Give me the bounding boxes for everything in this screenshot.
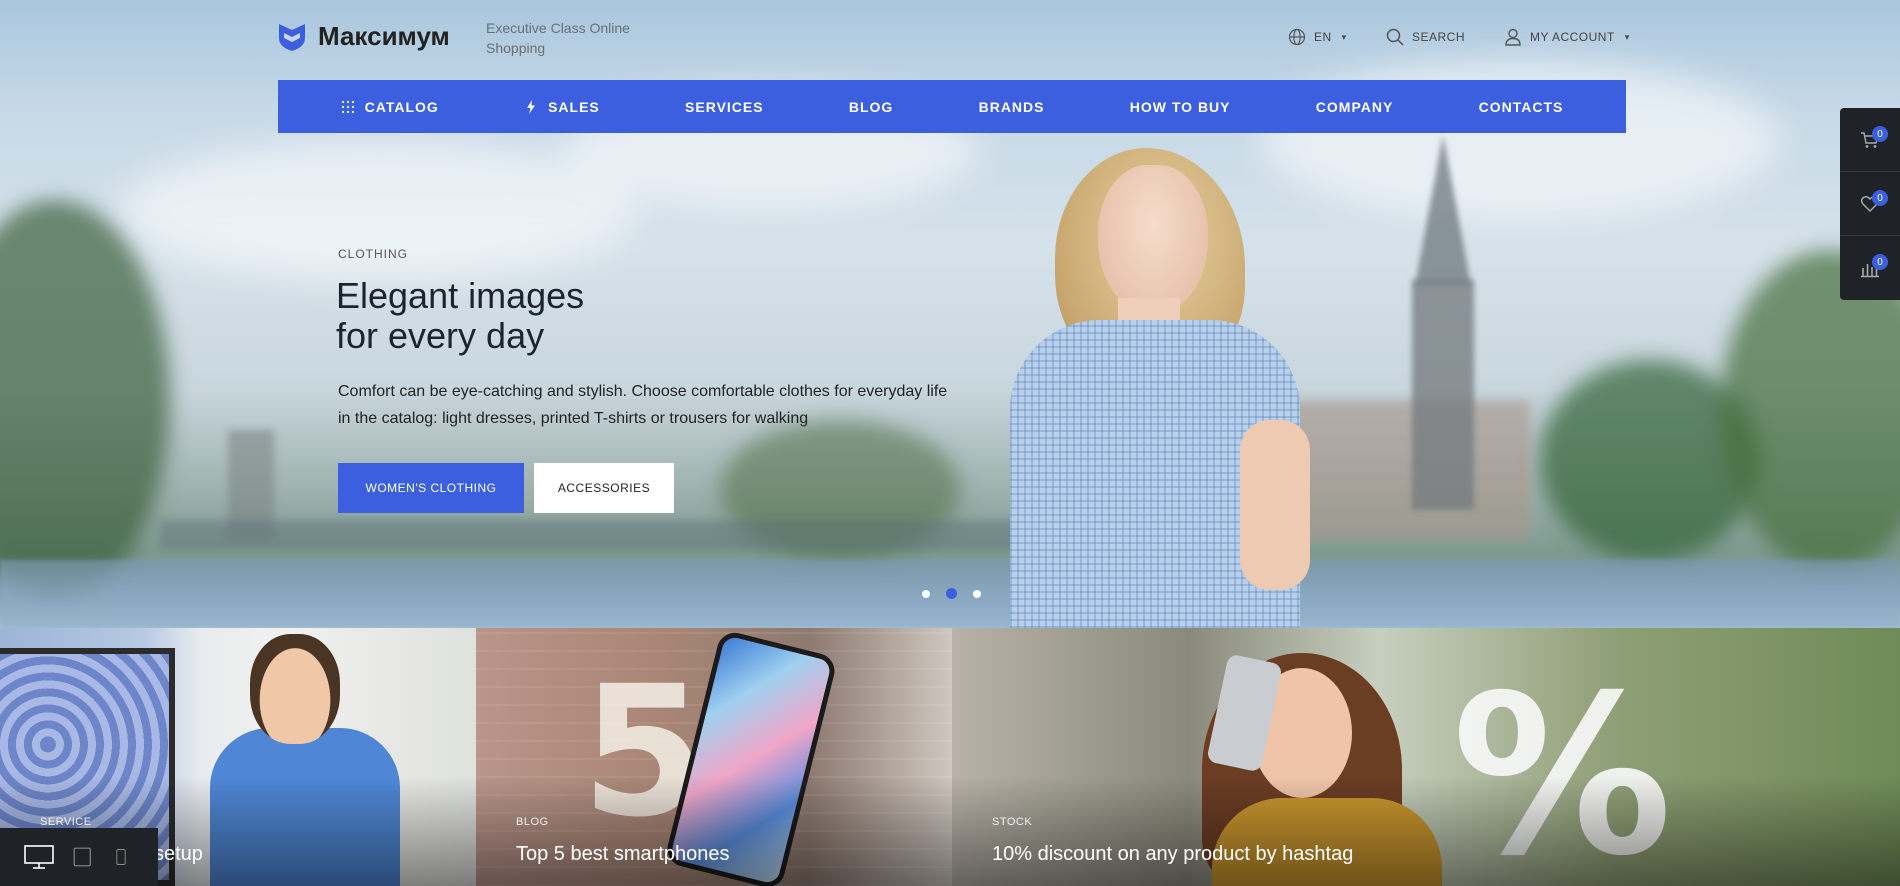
banner-stock[interactable]: % STOCK 10% discount on any product by h…: [952, 628, 1900, 886]
banner-category: SERVICE: [40, 816, 92, 828]
compare-button[interactable]: 0: [1840, 236, 1900, 300]
logo-text: Максимум: [318, 20, 450, 51]
account-label: MY ACCOUNT: [1530, 30, 1615, 44]
nav-item-how-to-buy[interactable]: HOW TO BUY: [1130, 99, 1231, 115]
nav-label: SERVICES: [685, 98, 764, 115]
nav-label: BLOG: [848, 98, 894, 115]
model-arm: [1240, 420, 1310, 590]
account-menu[interactable]: MY ACCOUNT ▾: [1504, 28, 1630, 46]
tree: [0, 200, 170, 600]
nav-item-contacts[interactable]: CONTACTS: [1479, 99, 1564, 115]
slider-pagination: [922, 588, 981, 599]
chevron-down-icon: ▾: [1341, 31, 1347, 42]
hero-title-line2: for every day: [336, 315, 545, 356]
hero-title: Elegant images for every day: [336, 276, 736, 356]
slider-dot-3[interactable]: [973, 589, 981, 598]
tablet-icon[interactable]: [72, 844, 94, 870]
banner-category: STOCK: [992, 816, 1033, 828]
site-logo[interactable]: Максимум: [276, 20, 450, 52]
banner-title: Top 5 best smartphones: [516, 843, 730, 865]
slider-dot-1[interactable]: [922, 589, 930, 598]
site-tagline: Executive Class Online Shopping: [486, 20, 630, 56]
nav-label: SALES: [548, 98, 600, 115]
hero-title-line1: Elegant images: [336, 275, 585, 316]
cart-button[interactable]: 0: [1840, 108, 1900, 172]
hero-description: Comfort can be eye-catching and stylish.…: [338, 383, 948, 427]
technician-head: [250, 634, 340, 744]
model-face: [1098, 165, 1208, 315]
nav-label: BRANDS: [978, 98, 1045, 115]
nav-item-catalog[interactable]: CATALOG: [341, 99, 439, 115]
church-tower: [1412, 280, 1474, 510]
nav-item-services[interactable]: SERVICES: [685, 99, 764, 115]
grid-icon: [341, 100, 354, 113]
desktop-icon[interactable]: [24, 844, 54, 870]
hero-category: CLOTHING: [338, 247, 409, 261]
church-spire: [1415, 135, 1471, 285]
banner-blog[interactable]: 5 BLOG Top 5 best smartphones: [476, 628, 952, 886]
accessories-button[interactable]: ACCESSORIES: [534, 463, 674, 513]
nav-item-blog[interactable]: BLOG: [849, 99, 893, 115]
nav-label: CONTACTS: [1478, 98, 1564, 115]
compare-count-badge: 0: [1872, 254, 1888, 270]
cart-count-badge: 0: [1872, 126, 1888, 142]
language-label: EN: [1314, 30, 1332, 44]
device-preview-switcher: [0, 828, 158, 886]
floating-side-panel: 0 0 0: [1840, 108, 1900, 300]
banner-category: BLOG: [516, 816, 549, 828]
user-icon: [1505, 28, 1521, 46]
favorites-button[interactable]: 0: [1840, 172, 1900, 236]
language-switcher[interactable]: EN ▾: [1288, 28, 1347, 46]
search-icon: [1386, 28, 1404, 46]
slider-dot-2[interactable]: [946, 588, 957, 599]
nav-item-company[interactable]: COMPANY: [1316, 99, 1394, 115]
banner-shade: [476, 776, 952, 886]
nav-label: HOW TO BUY: [1129, 98, 1231, 115]
nav-label: CATALOG: [364, 98, 439, 115]
womens-clothing-button[interactable]: WOMEN'S CLOTHING: [338, 463, 524, 513]
nav-item-brands[interactable]: BRANDS: [979, 99, 1045, 115]
main-nav: CATALOG SALES SERVICES BLOG BRANDS HOW T…: [278, 80, 1626, 133]
bridge: [160, 520, 1020, 550]
nav-item-sales[interactable]: SALES: [524, 99, 600, 115]
promo-banners: SERVICE setup 5 BLOG Top 5 best smartpho…: [0, 628, 1900, 886]
globe-icon: [1288, 28, 1306, 46]
banner-shade: [952, 776, 1900, 886]
lightning-icon: [527, 99, 536, 114]
favorites-count-badge: 0: [1872, 190, 1888, 206]
search-button[interactable]: SEARCH: [1386, 28, 1465, 46]
nav-label: COMPANY: [1315, 98, 1394, 115]
mobile-icon[interactable]: [112, 844, 130, 870]
chevron-down-icon: ▾: [1624, 31, 1630, 42]
banner-title: 10% discount on any product by hashtag: [992, 843, 1354, 865]
search-label: SEARCH: [1412, 30, 1466, 44]
banner-title: setup: [154, 843, 203, 865]
shield-logo-icon: [279, 24, 305, 51]
